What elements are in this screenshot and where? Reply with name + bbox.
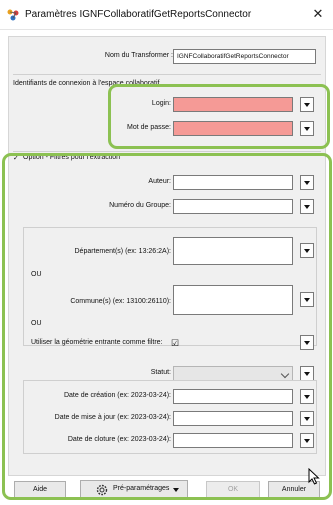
close-button[interactable]: ✕ <box>307 4 329 24</box>
help-button[interactable]: Aide <box>14 481 66 498</box>
communes-input[interactable] <box>173 285 293 315</box>
or-separator-1: OU <box>31 271 42 278</box>
geometrie-filter-checkbox[interactable]: ☑ <box>171 338 179 349</box>
date-maj-label: Date de mise à jour (ex: 2023-03-24): <box>54 414 171 421</box>
parameters-panel: Nom du Transformer : IGNFCollaboratifGet… <box>8 36 326 476</box>
date-maj-options-dropdown[interactable] <box>300 411 314 426</box>
date-creation-label: Date de création (ex: 2023-03-24): <box>63 392 171 399</box>
auteur-input[interactable] <box>173 175 293 190</box>
gear-icon <box>96 484 108 496</box>
or-separator-2: OU <box>31 320 42 327</box>
groupe-options-dropdown[interactable] <box>300 199 314 214</box>
date-cloture-label: Date de cloture (ex: 2023-03-24): <box>67 436 171 443</box>
departements-label: Département(s) (ex: 13:26:2A): <box>74 248 172 255</box>
login-options-dropdown[interactable] <box>300 97 314 112</box>
transformer-name-label: Nom du Transformer : <box>104 52 173 59</box>
password-input[interactable] <box>173 121 293 136</box>
date-creation-input[interactable] <box>173 389 293 404</box>
geometrie-options-dropdown[interactable] <box>300 335 314 350</box>
chevron-down-icon <box>173 488 179 492</box>
password-options-dropdown[interactable] <box>300 121 314 136</box>
communes-label: Commune(s) (ex: 13100:26110): <box>70 298 171 305</box>
departements-input[interactable] <box>173 237 293 265</box>
filters-separator <box>13 151 321 152</box>
communes-options-dropdown[interactable] <box>300 292 314 307</box>
auteur-label: Auteur: <box>148 178 171 185</box>
filters-section-label[interactable]: Option - Filtres pour l'extraction <box>23 154 120 161</box>
groupe-label: Numéro du Groupe: <box>109 202 171 209</box>
window-title: Paramètres IGNFCollaboratifGetReportsCon… <box>25 9 252 20</box>
groupe-input[interactable] <box>173 199 293 214</box>
chevron-down-icon <box>280 369 290 379</box>
preset-button[interactable]: Pré-paramétrages <box>80 480 188 499</box>
date-maj-input[interactable] <box>173 411 293 426</box>
mouse-pointer-icon <box>308 468 320 485</box>
transformer-name-input[interactable]: IGNFCollaboratifGetReportsConnector <box>173 49 316 64</box>
connection-separator <box>13 74 321 75</box>
connection-section-label: Identifiants de connexion à l'espace col… <box>13 80 160 87</box>
statut-label: Statut: <box>150 369 171 376</box>
fme-transformer-icon <box>7 9 19 21</box>
statut-combobox[interactable] <box>173 366 293 381</box>
title-bar: Paramètres IGNFCollaboratifGetReportsCon… <box>0 0 333 30</box>
filters-collapse-icon[interactable]: ✓ <box>13 154 19 162</box>
preset-button-label: Pré-paramétrages <box>113 485 170 492</box>
login-label: Login: <box>151 100 171 107</box>
login-input[interactable] <box>173 97 293 112</box>
date-cloture-input[interactable] <box>173 433 293 448</box>
close-icon: ✕ <box>312 6 324 21</box>
date-creation-options-dropdown[interactable] <box>300 389 314 404</box>
geometrie-filter-label: Utiliser la géométrie entrante comme fil… <box>31 339 163 346</box>
ok-button[interactable]: OK <box>206 481 260 498</box>
auteur-options-dropdown[interactable] <box>300 175 314 190</box>
date-cloture-options-dropdown[interactable] <box>300 433 314 448</box>
password-label: Mot de passe: <box>127 124 171 131</box>
statut-options-dropdown[interactable] <box>300 366 314 381</box>
departements-options-dropdown[interactable] <box>300 243 314 258</box>
